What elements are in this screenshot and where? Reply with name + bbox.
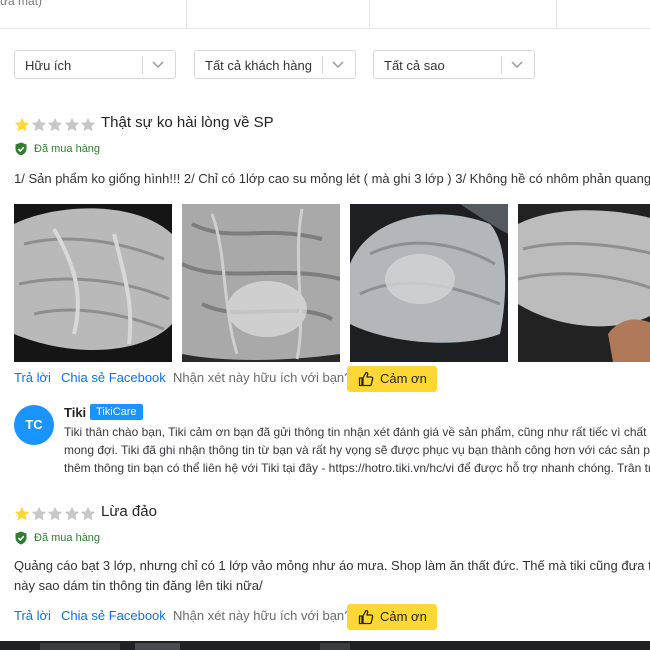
star-empty-icon	[64, 117, 79, 132]
star-filter-label: Tất cả sao	[384, 58, 445, 73]
helpful-question: Nhận xét này hữu ích với bạn?	[173, 608, 352, 623]
thanks-button[interactable]: Cảm ơn	[347, 604, 437, 630]
star-empty-icon	[80, 506, 96, 521]
review-item: Lừa đảo Đã mua hàng Quảng cáo bạt 3 lớp,…	[14, 503, 650, 636]
review-content: Quảng cáo bạt 3 lớp, nhưng chỉ có 1 lớp …	[14, 556, 650, 596]
taskbar	[0, 641, 650, 650]
review-title: Lừa đảo	[101, 503, 157, 520]
star-empty-icon	[47, 117, 63, 132]
star-empty-icon	[31, 506, 46, 521]
check-shield-icon	[15, 142, 27, 156]
tikicare-badge: TikiCare	[90, 404, 143, 420]
reply-link[interactable]: Trả lời	[14, 608, 51, 623]
thumbs-up-icon	[358, 371, 374, 387]
divider	[142, 56, 143, 74]
star-empty-icon	[47, 506, 63, 521]
helpful-question: Nhận xét này hữu ích với bạn?	[173, 370, 352, 385]
thanks-label: Cảm ơn	[380, 609, 427, 624]
thumbs-up-icon	[358, 609, 374, 625]
review-title: Thật sự ko hài lòng về SP	[101, 114, 274, 131]
sort-filter-dropdown[interactable]: Hữu ích	[14, 50, 176, 79]
review-photo[interactable]	[350, 204, 508, 362]
verified-label: Đã mua hàng	[34, 532, 101, 544]
top-strip: ừa mắt)	[0, 0, 650, 29]
sort-filter-label: Hữu ích	[25, 58, 72, 73]
seller-reply: TC Tiki TikiCare Tiki thân chào bạn, Tik…	[14, 403, 650, 475]
reply-text-line: Tiki thân chào bạn, Tiki cảm ơn bạn đã g…	[64, 425, 647, 439]
taskbar-item[interactable]	[40, 643, 120, 650]
divider	[501, 56, 502, 74]
chevron-down-icon	[511, 61, 523, 69]
customer-filter-label: Tất cả khách hàng	[205, 58, 312, 73]
chevron-down-icon	[332, 61, 344, 69]
divider	[186, 0, 187, 28]
star-filter-dropdown[interactable]: Tất cả sao	[373, 50, 535, 79]
review-photo[interactable]	[518, 204, 650, 362]
star-filled-icon	[14, 117, 30, 132]
reply-content: Tiki thân chào bạn, Tiki cảm ơn bạn đã g…	[64, 423, 650, 477]
review-photo[interactable]	[14, 204, 172, 362]
customer-filter-dropdown[interactable]: Tất cả khách hàng	[194, 50, 356, 79]
review-photo[interactable]	[182, 204, 340, 362]
divider	[369, 0, 370, 28]
share-facebook-link[interactable]: Chia sẻ Facebook	[61, 608, 166, 623]
cut-off-text: ừa mắt)	[0, 0, 43, 8]
thanks-button[interactable]: Cảm ơn	[347, 366, 437, 392]
star-empty-icon	[64, 506, 79, 521]
avatar: TC	[14, 405, 54, 445]
review-text-line: 1/ Sản phẩm ko giống hình!!! 2/ Chỉ có 1…	[14, 171, 650, 186]
chevron-down-icon	[152, 61, 164, 69]
reply-text-line: thêm thông tin bạn có thể liên hệ với Ti…	[64, 461, 650, 475]
star-rating	[14, 506, 97, 522]
divider	[556, 0, 557, 28]
check-shield-icon	[15, 531, 27, 545]
share-facebook-link[interactable]: Chia sẻ Facebook	[61, 370, 166, 385]
reply-author-name: Tiki	[64, 405, 87, 420]
taskbar-item[interactable]	[135, 643, 180, 650]
star-filled-icon	[14, 506, 30, 521]
star-empty-icon	[80, 117, 96, 132]
review-content: 1/ Sản phẩm ko giống hình!!! 2/ Chỉ có 1…	[14, 169, 650, 189]
verified-label: Đã mua hàng	[34, 143, 101, 155]
review-text-line: này sao dám tin thông tin đăng lên tiki …	[14, 578, 263, 593]
review-text-line: Quảng cáo bạt 3 lớp, nhưng chỉ có 1 lớp …	[14, 558, 650, 573]
thanks-label: Cảm ơn	[380, 371, 427, 386]
review-filters: Hữu ích Tất cả khách hàng Tất cả sao	[14, 50, 644, 81]
reply-link[interactable]: Trả lời	[14, 370, 51, 385]
reply-text-line: mong đợi. Tiki đã ghi nhận thông tin từ …	[64, 443, 650, 457]
taskbar-item[interactable]	[320, 643, 350, 650]
divider	[322, 56, 323, 74]
review-item: Thật sự ko hài lòng về SP Đã mua hàng 1/…	[14, 114, 650, 487]
star-rating	[14, 117, 97, 133]
star-empty-icon	[31, 117, 46, 132]
